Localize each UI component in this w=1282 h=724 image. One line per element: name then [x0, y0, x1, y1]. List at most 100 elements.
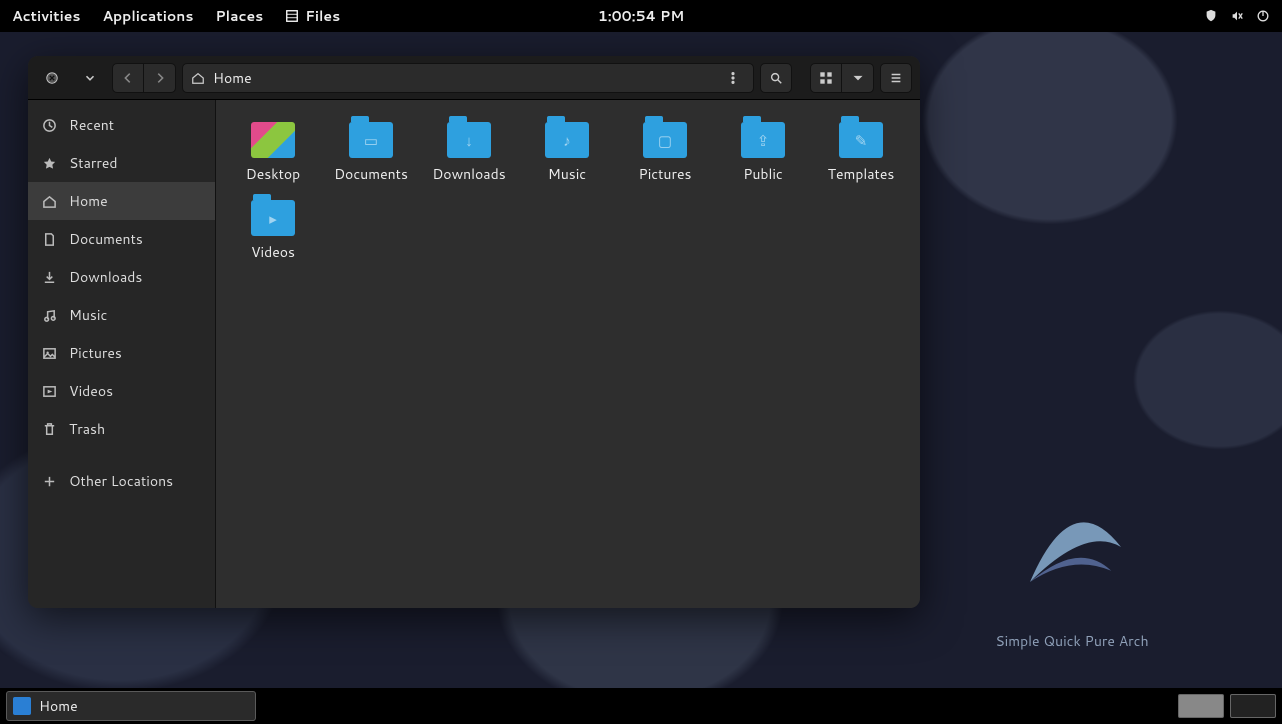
file-label: Templates	[828, 164, 895, 184]
file-item-documents[interactable]: ▭ Documents	[324, 114, 418, 188]
task-label: Home	[39, 696, 78, 716]
icon-view-button[interactable]	[810, 63, 842, 93]
folder-icon: ▸	[251, 200, 295, 236]
picture-icon	[42, 346, 57, 361]
sidebar-item-home[interactable]: Home	[28, 182, 215, 220]
document-icon	[42, 232, 57, 247]
sidebar-item-recent[interactable]: Recent	[28, 106, 215, 144]
search-button[interactable]	[760, 63, 792, 93]
files-app-icon	[285, 9, 299, 23]
places-button[interactable]: Places	[215, 6, 263, 26]
sidebar-item-other-locations[interactable]: Other Locations	[28, 462, 215, 500]
sidebar-item-label: Recent	[69, 115, 114, 135]
window-menu-button[interactable]	[74, 63, 106, 93]
power-icon[interactable]	[1256, 9, 1270, 23]
file-item-downloads[interactable]: ↓ Downloads	[422, 114, 516, 188]
home-icon	[42, 194, 57, 209]
file-item-music[interactable]: ♪ Music	[520, 114, 614, 188]
folder-icon: ▭	[349, 122, 393, 158]
applications-button[interactable]: Applications	[102, 6, 193, 26]
view-dropdown-button[interactable]	[842, 63, 874, 93]
path-menu-button[interactable]	[721, 66, 745, 90]
plus-icon	[42, 474, 57, 489]
chevron-left-icon	[121, 71, 135, 85]
file-label: Documents	[334, 164, 408, 184]
sidebar-item-downloads[interactable]: Downloads	[28, 258, 215, 296]
sidebar-item-starred[interactable]: Starred	[28, 144, 215, 182]
bottom-taskbar: Home	[0, 688, 1282, 724]
top-bar: Activities Applications Places Files 1:0…	[0, 0, 1282, 32]
current-app-menu[interactable]: Files	[285, 6, 340, 26]
forward-button[interactable]	[144, 63, 176, 93]
sidebar-item-label: Home	[69, 191, 108, 211]
desktop-icon	[251, 122, 295, 158]
path-bar[interactable]: Home	[182, 63, 754, 93]
grid-icon	[819, 71, 833, 85]
close-button[interactable]	[36, 63, 68, 93]
sidebar-item-label: Starred	[69, 153, 118, 173]
file-item-videos[interactable]: ▸ Videos	[226, 192, 320, 266]
file-grid: Desktop ▭ Documents ↓ Downloads ♪ Music …	[216, 100, 920, 608]
music-icon	[42, 308, 57, 323]
search-icon	[769, 71, 783, 85]
sidebar-item-label: Pictures	[69, 343, 122, 363]
file-label: Pictures	[639, 164, 692, 184]
volume-muted-icon[interactable]	[1230, 9, 1244, 23]
view-buttons	[810, 63, 874, 93]
download-icon	[42, 270, 57, 285]
file-label: Videos	[251, 242, 295, 262]
file-label: Desktop	[246, 164, 300, 184]
sidebar: Recent Starred Home Documents Downloads …	[28, 100, 216, 608]
sidebar-item-music[interactable]: Music	[28, 296, 215, 334]
folder-icon: ↓	[447, 122, 491, 158]
sidebar-item-trash[interactable]: Trash	[28, 410, 215, 448]
star-icon	[42, 156, 57, 171]
sidebar-item-label: Downloads	[69, 267, 142, 287]
clock[interactable]: 1:00:54 PM	[598, 6, 685, 26]
wallpaper-logo: Simple Quick Pure Arch	[982, 460, 1162, 651]
wallpaper-tagline: Simple Quick Pure Arch	[982, 631, 1162, 651]
home-icon	[191, 71, 205, 85]
sidebar-item-documents[interactable]: Documents	[28, 220, 215, 258]
nav-buttons	[112, 63, 176, 93]
caret-down-icon	[851, 71, 865, 85]
hamburger-menu-button[interactable]	[880, 63, 912, 93]
chevron-right-icon	[153, 71, 167, 85]
file-item-templates[interactable]: ✎ Templates	[814, 114, 908, 188]
file-label: Public	[743, 164, 783, 184]
folder-icon: ♪	[545, 122, 589, 158]
file-item-desktop[interactable]: Desktop	[226, 114, 320, 188]
file-label: Downloads	[432, 164, 505, 184]
back-button[interactable]	[112, 63, 144, 93]
file-item-pictures[interactable]: ▢ Pictures	[618, 114, 712, 188]
workspace-switcher	[1178, 694, 1276, 718]
sidebar-item-label: Trash	[69, 419, 105, 439]
files-task-icon	[13, 697, 31, 715]
activities-button[interactable]: Activities	[12, 6, 80, 26]
folder-icon: ✎	[839, 122, 883, 158]
sidebar-item-videos[interactable]: Videos	[28, 372, 215, 410]
workspace-1[interactable]	[1178, 694, 1224, 718]
close-icon	[45, 71, 59, 85]
video-icon	[42, 384, 57, 399]
current-app-label: Files	[305, 6, 340, 26]
kebab-icon	[726, 71, 740, 85]
sidebar-item-label: Other Locations	[69, 471, 173, 491]
workspace-2[interactable]	[1230, 694, 1276, 718]
sidebar-item-label: Videos	[69, 381, 113, 401]
file-item-public[interactable]: ⇪ Public	[716, 114, 810, 188]
folder-icon: ▢	[643, 122, 687, 158]
sidebar-item-label: Music	[69, 305, 107, 325]
file-label: Music	[548, 164, 586, 184]
hamburger-icon	[889, 71, 903, 85]
file-manager-window: Home Recent Starred Home	[28, 56, 920, 608]
taskbar-entry-home[interactable]: Home	[6, 691, 256, 721]
sidebar-item-label: Documents	[69, 229, 143, 249]
shield-icon[interactable]	[1204, 9, 1218, 23]
file-manager-headerbar: Home	[28, 56, 920, 100]
path-label: Home	[213, 68, 252, 88]
sidebar-item-pictures[interactable]: Pictures	[28, 334, 215, 372]
trash-icon	[42, 422, 57, 437]
clock-icon	[42, 118, 57, 133]
chevron-down-icon	[83, 71, 97, 85]
